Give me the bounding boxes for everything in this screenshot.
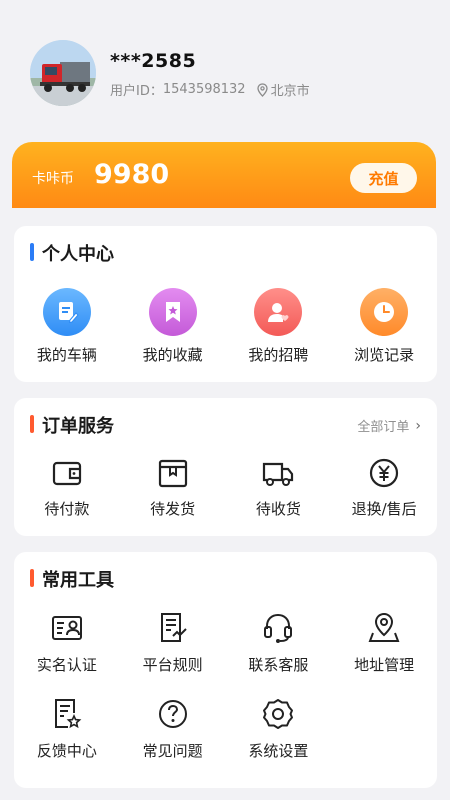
order-services-card: 订单服务 全部订单 › 待付款 待发货 待收货 退换/售后 [14, 398, 437, 536]
tool-feedback-center[interactable]: 反馈中心 [14, 696, 120, 761]
tool-customer-service[interactable]: 联系客服 [226, 610, 332, 675]
section-title: 订单服务 [30, 412, 114, 438]
menu-my-recruitment[interactable]: 我的招聘 [226, 288, 332, 365]
person-heart-icon [254, 288, 303, 336]
feedback-doc-icon [54, 699, 82, 729]
chevron-right-icon: › [415, 417, 421, 434]
truck-icon [263, 462, 294, 486]
recharge-button[interactable]: 充值 [350, 163, 417, 193]
section-title: 常用工具 [30, 566, 114, 592]
menu-my-vehicles[interactable]: 我的车辆 [14, 288, 120, 365]
order-pending-payment[interactable]: 待付款 [14, 454, 120, 519]
package-icon [158, 459, 187, 488]
personal-center-card: 个人中心 我的车辆 我的收藏 我的招聘 浏览记录 [14, 226, 437, 382]
menu-my-favorites[interactable]: 我的收藏 [120, 288, 226, 365]
menu-browse-history[interactable]: 浏览记录 [331, 288, 437, 365]
user-id-value: 1543598132 [162, 82, 246, 97]
all-orders-link[interactable]: 全部订单 › [357, 416, 421, 436]
user-id-label: 用户ID： [110, 84, 163, 99]
question-icon [158, 700, 187, 728]
user-name: ***2585 [110, 50, 197, 72]
id-card-icon [51, 616, 82, 640]
document-edit-icon [42, 288, 91, 336]
coin-value: 9980 [94, 159, 170, 190]
order-refund-aftersale[interactable]: 退换/售后 [331, 454, 437, 519]
rules-doc-icon [160, 613, 187, 642]
tool-address-management[interactable]: 地址管理 [331, 610, 437, 675]
truck-avatar[interactable] [30, 40, 96, 106]
user-city: 北京市 [270, 84, 310, 99]
wallet-icon [52, 461, 81, 486]
location-pin-icon [368, 612, 400, 642]
coin-balance-banner: 卡咔币 9980 充值 [12, 142, 436, 208]
common-tools-card: 常用工具 实名认证 平台规则 联系客服 地址管理 反馈中心 常见问题 系统设置 [14, 552, 437, 788]
profile-header[interactable]: ***2585 用户ID： 1543598132 北京市 [30, 40, 430, 110]
headset-icon [264, 613, 293, 643]
bookmark-star-icon [148, 288, 197, 336]
coin-label: 卡咔币 [32, 171, 74, 187]
tool-system-settings[interactable]: 系统设置 [226, 696, 332, 761]
order-pending-shipment[interactable]: 待发货 [120, 454, 226, 519]
tool-faq[interactable]: 常见问题 [120, 696, 226, 761]
location-icon [256, 82, 268, 97]
tool-real-name-verification[interactable]: 实名认证 [14, 610, 120, 675]
section-title: 个人中心 [30, 240, 114, 266]
order-pending-receipt[interactable]: 待收货 [226, 454, 332, 519]
yen-refund-icon [370, 458, 399, 488]
tool-platform-rules[interactable]: 平台规则 [120, 610, 226, 675]
clock-icon [360, 288, 409, 336]
settings-gear-icon [263, 699, 294, 729]
user-info: 用户ID： 1543598132 北京市 [110, 80, 310, 99]
